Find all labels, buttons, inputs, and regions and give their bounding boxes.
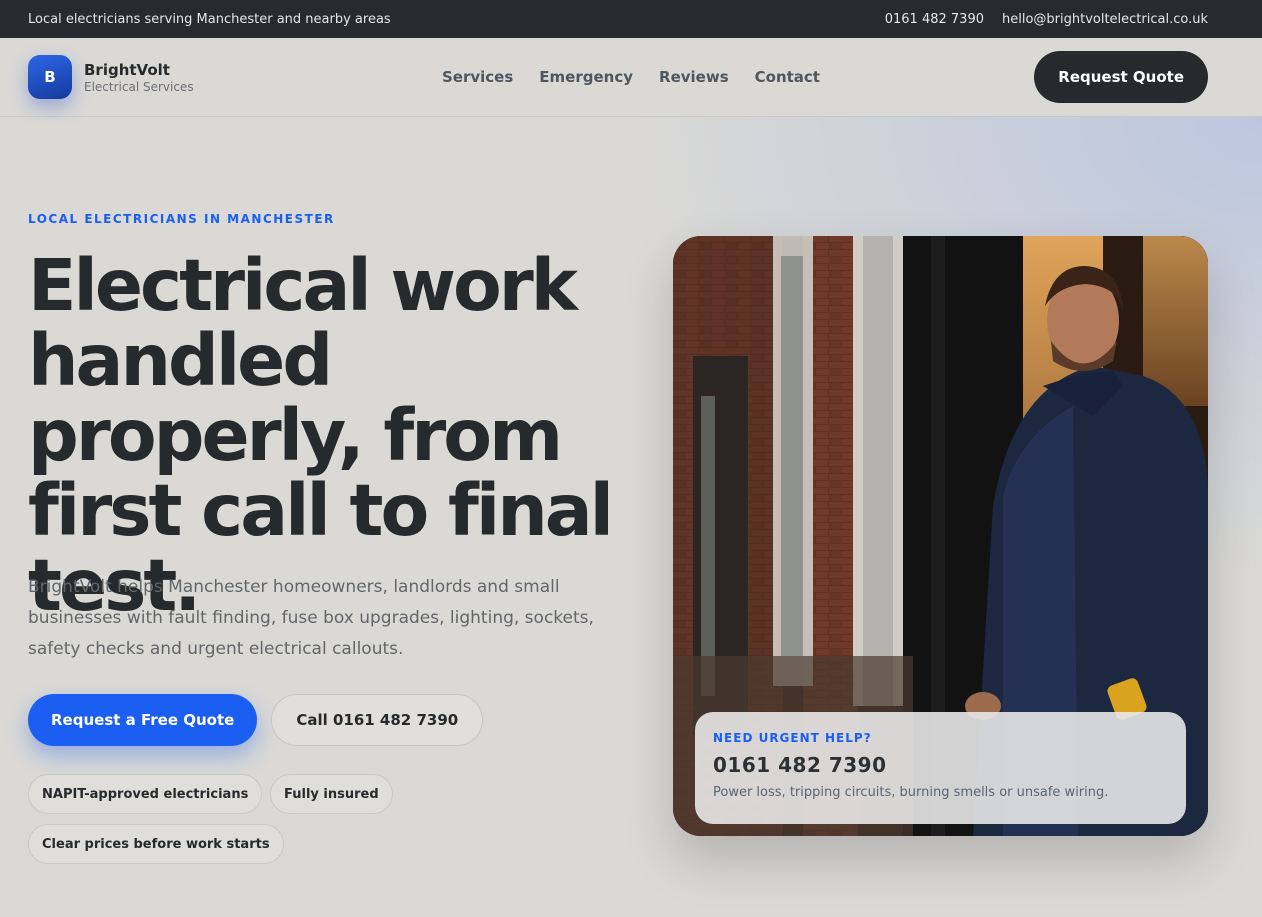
hero-cta-row: Request a Free Quote Call 0161 482 7390 [28,694,484,746]
call-button[interactable]: Call 0161 482 7390 [271,694,484,746]
urgent-phone-number[interactable]: 0161 482 7390 [713,753,1168,777]
top-email-link[interactable]: hello@brightvoltelectrical.co.uk [1002,12,1208,27]
nav-item-services[interactable]: Services [442,68,513,86]
nav-item-emergency[interactable]: Emergency [539,68,633,86]
request-quote-button[interactable]: Request Quote [1034,51,1208,103]
urgent-help-label: NEED URGENT HELP? [713,731,872,745]
primary-nav: Services Emergency Reviews Contact [442,68,1034,86]
service-area-text: Local electricians serving Manchester an… [28,11,391,27]
hero-headline: Electrical work handled properly, from f… [28,244,614,627]
nav-item-contact[interactable]: Contact [755,68,820,86]
brand-text: BrightVolt Electrical Services [84,61,194,94]
top-contact-links: 0161 482 7390 hello@brightvoltelectrical… [885,12,1208,27]
badge-napit: NAPIT-approved electricians [28,774,263,814]
hero-description: BrightVolt helps Manchester homeowners, … [28,577,594,659]
logo-icon: B [28,55,72,99]
brand-name: BrightVolt [84,60,170,79]
top-info-bar: Local electricians serving Manchester an… [0,0,1262,38]
brand-logo-link[interactable]: B BrightVolt Electrical Services [28,55,442,99]
hero-photo-card: NEED URGENT HELP? 0161 482 7390 Power lo… [673,236,1208,836]
brand-subtitle: Electrical Services [84,79,194,94]
badge-clear-prices: Clear prices before work starts [28,824,284,864]
main-navbar: B BrightVolt Electrical Services Service… [0,38,1262,117]
hero-eyebrow: LOCAL ELECTRICIANS IN MANCHESTER [28,212,335,226]
urgent-help-text: Power loss, tripping circuits, burning s… [713,785,1109,800]
nav-item-reviews[interactable]: Reviews [659,68,729,86]
badge-insured: Fully insured [270,774,393,814]
free-quote-button[interactable]: Request a Free Quote [28,694,258,746]
top-phone-link[interactable]: 0161 482 7390 [885,12,984,27]
urgent-help-card: NEED URGENT HELP? 0161 482 7390 Power lo… [695,712,1186,824]
